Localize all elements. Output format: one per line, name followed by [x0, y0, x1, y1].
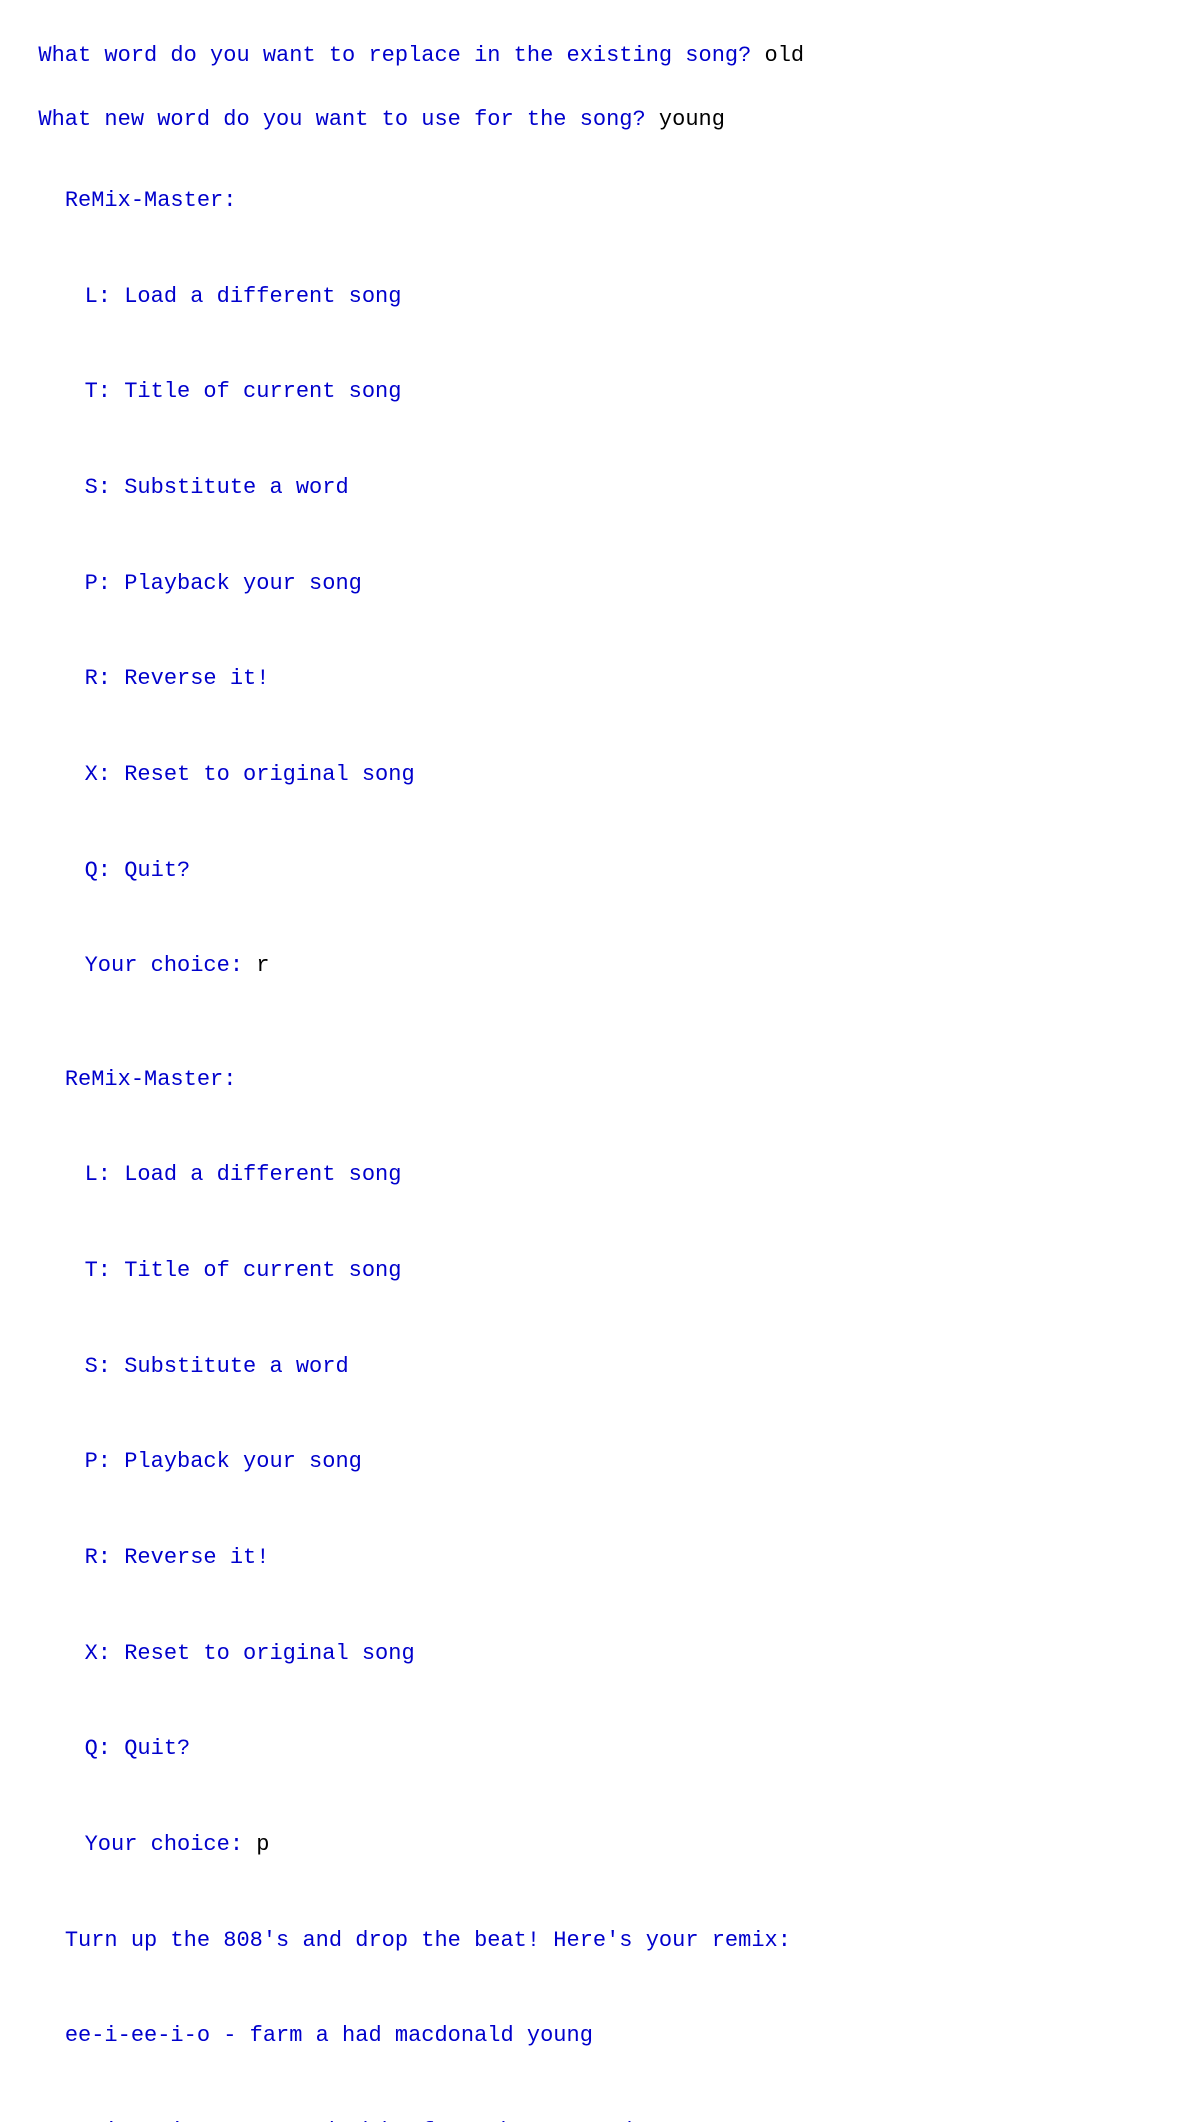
remix-block-2: ReMix-Master: L: Load a different song T…	[12, 1032, 1188, 1893]
question-2-text: What new word do you want to use for the…	[38, 107, 659, 132]
output-line-3: ee-i-ee-i-o - cow a had he farm that on …	[12, 2084, 1188, 2122]
menu-item-2-2: T: Title of current song	[12, 1223, 1188, 1319]
choice-value-1: r	[256, 953, 269, 978]
menu-item-1-6: X: Reset to original song	[12, 727, 1188, 823]
menu-item-1-4: P: Playback your song	[12, 536, 1188, 632]
choice-line-2: Your choice: p	[12, 1797, 1188, 1893]
menu-item-1-2: T: Title of current song	[12, 345, 1188, 441]
output-line-1: Turn up the 808's and drop the beat! Her…	[12, 1893, 1188, 1989]
remix-header-2: ReMix-Master:	[12, 1032, 1188, 1128]
menu-item-1-7: Q: Quit?	[12, 823, 1188, 919]
menu-item-2-5: R: Reverse it!	[12, 1510, 1188, 1606]
menu-item-2-7: Q: Quit?	[12, 1702, 1188, 1798]
question-1-text: What word do you want to replace in the …	[38, 43, 764, 68]
output-line-2: ee-i-ee-i-o - farm a had macdonald young	[12, 1989, 1188, 2085]
menu-item-1-5: R: Reverse it!	[12, 632, 1188, 728]
menu-item-2-4: P: Playback your song	[12, 1414, 1188, 1510]
menu-item-1-1: L: Load a different song	[12, 249, 1188, 345]
output-section: Turn up the 808's and drop the beat! Her…	[12, 1893, 1188, 2122]
spacer-2	[12, 1014, 1188, 1032]
remix-block-1: ReMix-Master: L: Load a different song T…	[12, 153, 1188, 1014]
remix-header-1: ReMix-Master:	[12, 153, 1188, 249]
choice-value-2: p	[256, 1832, 269, 1857]
question-line-1: What word do you want to replace in the …	[12, 8, 1188, 72]
choice-line-1: Your choice: r	[12, 919, 1188, 1015]
answer-2: young	[659, 107, 725, 132]
menu-item-2-3: S: Substitute a word	[12, 1319, 1188, 1415]
question-line-2: What new word do you want to use for the…	[12, 72, 1188, 136]
spacer-1	[12, 136, 1188, 154]
menu-item-2-6: X: Reset to original song	[12, 1606, 1188, 1702]
menu-item-1-3: S: Substitute a word	[12, 440, 1188, 536]
answer-1: old	[765, 43, 805, 68]
menu-item-2-1: L: Load a different song	[12, 1127, 1188, 1223]
